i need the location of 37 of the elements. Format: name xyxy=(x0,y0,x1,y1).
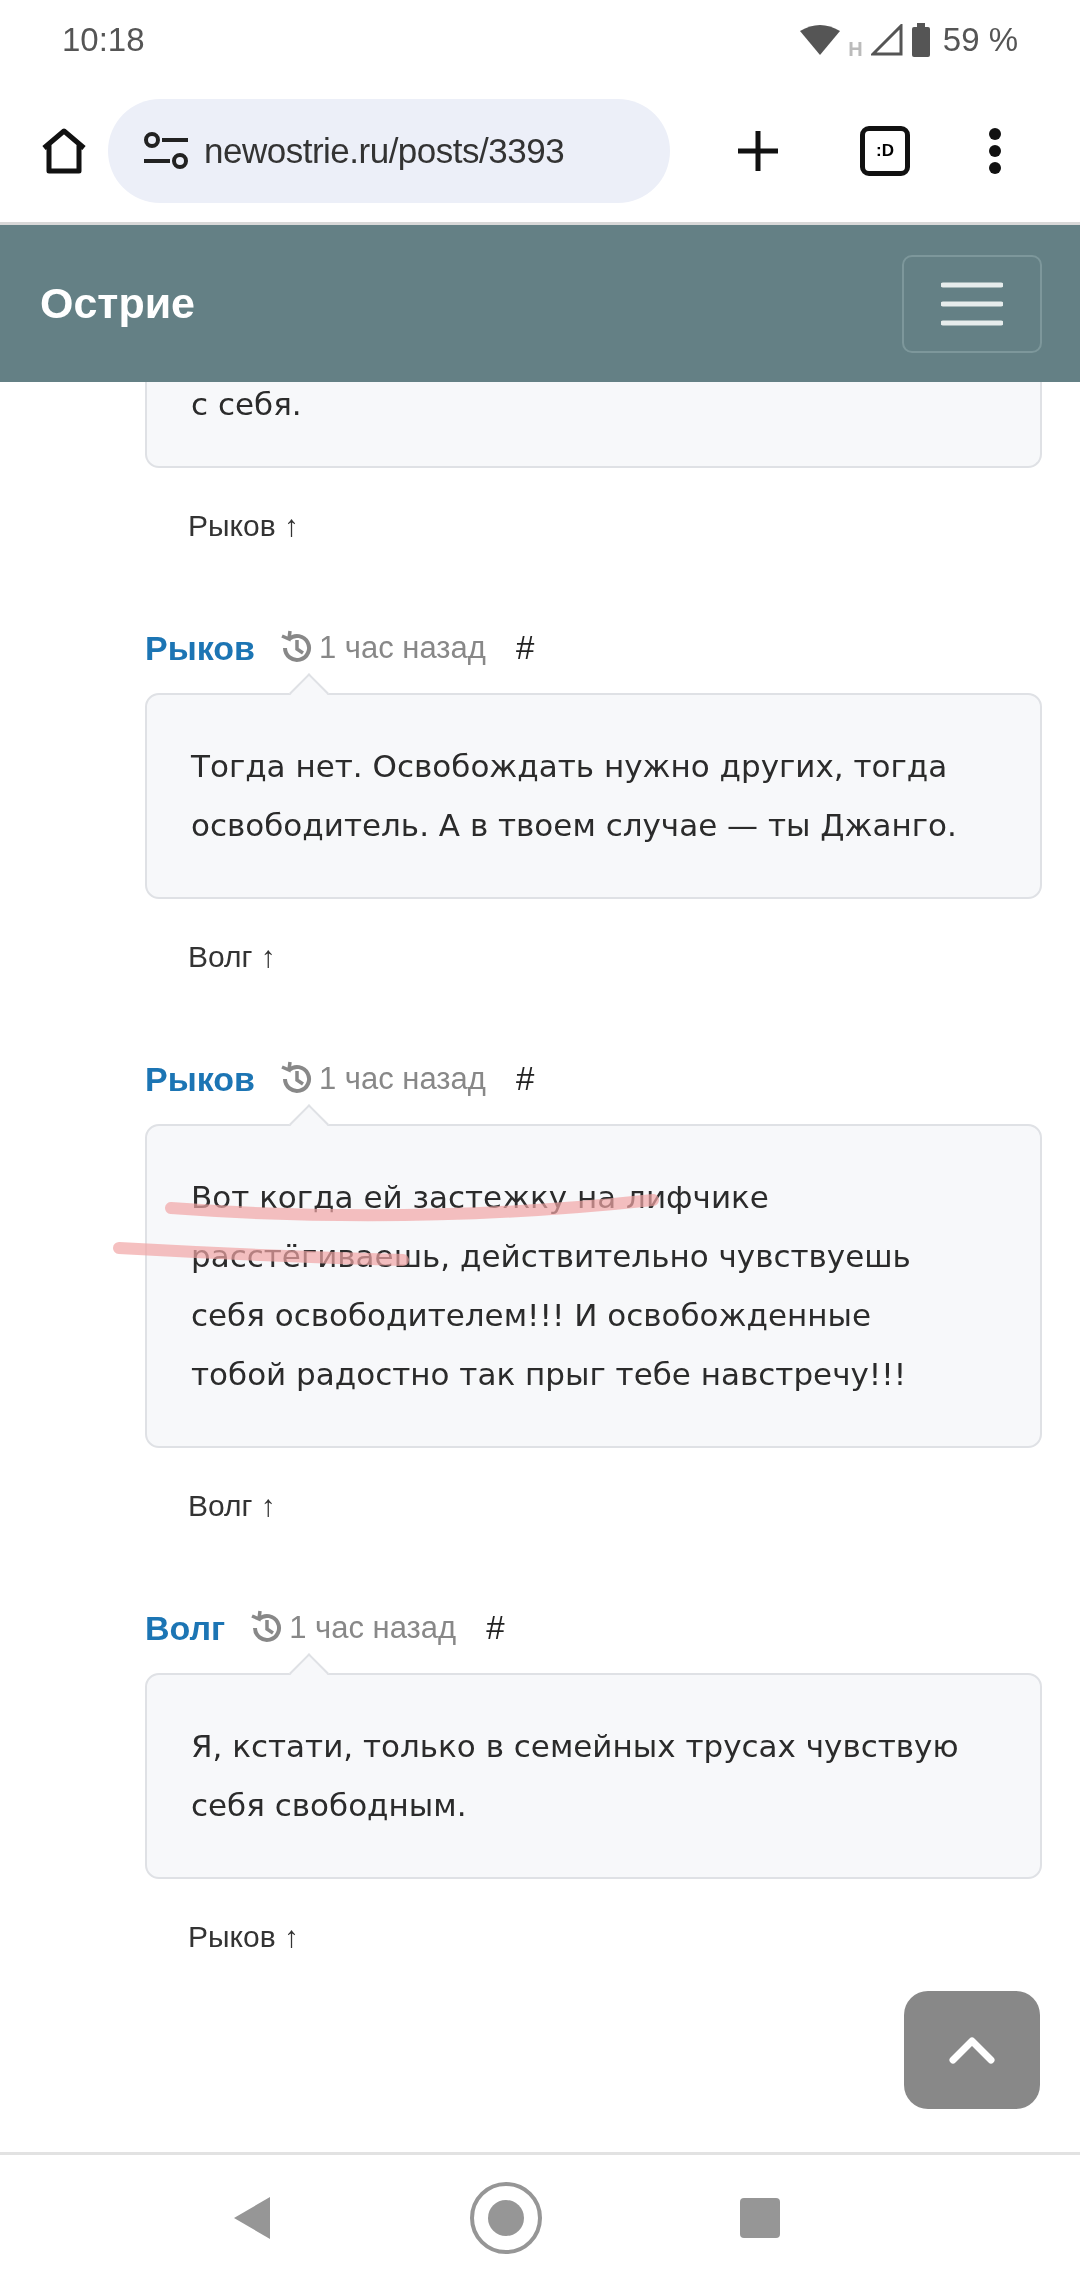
wifi-icon xyxy=(800,25,841,55)
comment-time: 1 час назад xyxy=(318,1061,486,1097)
reply-link[interactable]: Волг ↑ xyxy=(188,1489,276,1522)
recents-icon[interactable] xyxy=(740,2197,780,2238)
comment-permalink[interactable]: # xyxy=(515,1060,535,1098)
tab-switcher-button[interactable]: :D xyxy=(860,126,910,176)
status-time: 10:18 xyxy=(62,21,145,59)
comment-permalink[interactable]: # xyxy=(486,1609,505,1647)
comment-time: 1 час назад xyxy=(318,630,486,666)
battery-icon xyxy=(910,23,931,57)
new-tab-icon[interactable] xyxy=(736,129,780,173)
network-type: H xyxy=(848,37,863,61)
comment-author[interactable]: Рыков xyxy=(145,628,255,668)
comment-author[interactable]: Рыков xyxy=(145,1059,255,1099)
signal-icon xyxy=(870,24,903,56)
home-nav-icon[interactable] xyxy=(469,2180,543,2255)
site-title[interactable]: Острие xyxy=(40,279,196,328)
comment-text: с себя. xyxy=(191,385,303,424)
comment-text: Я, кстати, только в семейных трусах чувствую себя свободным. xyxy=(191,1727,960,1825)
comment-text: Тогда нет. Освобождать нужно других, тогда освободитель. А в твоем случае — ты Джанго. xyxy=(191,747,958,845)
home-icon[interactable] xyxy=(40,128,88,174)
comment-text: Вот когда ей застежку на лифчике расстёгиваешь, действительно чувствуешь себя освободителем!!! И освобожденные тобой радостно так прыг тебе навстречу!!! xyxy=(191,1178,912,1394)
chevron-up-icon xyxy=(949,2036,995,2064)
battery-level: 59 % xyxy=(942,21,1018,59)
reply-link[interactable]: Рыков ↑ xyxy=(188,1920,299,1953)
comment-permalink[interactable]: # xyxy=(515,629,535,667)
address-bar[interactable]: newostrie.ru/posts/3393 xyxy=(108,99,670,203)
back-icon[interactable] xyxy=(232,2194,272,2241)
hamburger-icon xyxy=(941,280,1003,327)
reply-link[interactable]: Волг ↑ xyxy=(188,940,276,973)
comment-time: 1 час назад xyxy=(289,1610,457,1646)
site-settings-icon[interactable] xyxy=(142,131,190,171)
comment-author[interactable]: Волг xyxy=(145,1608,226,1648)
scroll-top-button[interactable] xyxy=(904,1991,1040,2109)
menu-button[interactable] xyxy=(902,254,1042,353)
menu-icon[interactable] xyxy=(988,128,1002,174)
reply-link[interactable]: Рыков ↑ xyxy=(188,509,299,542)
